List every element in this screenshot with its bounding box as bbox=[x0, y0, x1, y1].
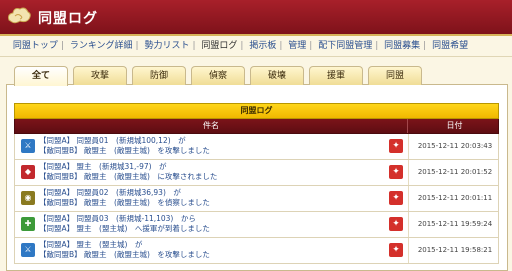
log-subject[interactable]: 【同盟A】 同盟員03 (新規城-11,103) から 【同盟A】 盟主 (盟主城… bbox=[39, 214, 399, 234]
log-subject[interactable]: 【同盟A】 盟主 (新規城31,-97) が【敵同盟B】 敵盟主 (敵盟主城) … bbox=[39, 162, 399, 182]
nav-request[interactable]: 同盟希望 bbox=[432, 41, 468, 51]
nav-alliance-log: 同盟ログ bbox=[201, 41, 238, 51]
log-date: 2015-12-11 20:01:11 bbox=[408, 186, 501, 211]
nav-management[interactable]: 管理 bbox=[288, 41, 306, 51]
tab-reinforce[interactable]: 援軍 bbox=[309, 66, 363, 85]
table-caption: 同盟ログ bbox=[14, 103, 499, 119]
nav-recruit[interactable]: 同盟募集 bbox=[384, 41, 420, 51]
log-subject[interactable]: 【同盟A】 盟主 (盟主城) が【敵同盟B】 敵盟主 (敵盟主城) を攻撃しまし… bbox=[39, 240, 399, 260]
reinforce-icon: ✚ bbox=[21, 217, 35, 231]
nav-bar: 同盟トップ | ランキング詳細 | 勢力リスト | 同盟ログ | 掲示板 | 管理 | 配下… bbox=[12, 41, 469, 51]
table-row: ⚔ 【同盟A】 同盟員01 (新規城100,12) が【敵同盟B】 敵盟主 (敵… bbox=[14, 134, 499, 160]
table-row: ⚔ 【同盟A】 盟主 (盟主城) が【敵同盟B】 敵盟主 (敵盟主城) を攻撃し… bbox=[14, 238, 499, 264]
col-date: 日付 bbox=[407, 119, 501, 133]
cloud-logo-icon bbox=[8, 7, 31, 24]
col-subject: 件名 bbox=[203, 121, 219, 130]
log-table: 同盟ログ 件名 日付 ⚔ 【同盟A】 同盟員01 (新規城100,12) が【敵… bbox=[14, 103, 499, 264]
shield-icon: ◆ bbox=[21, 165, 35, 179]
divider bbox=[0, 56, 512, 57]
log-date: 2015-12-11 20:01:52 bbox=[408, 160, 501, 185]
battle-report-icon[interactable]: ✦ bbox=[389, 191, 403, 205]
sword-icon: ⚔ bbox=[21, 243, 35, 257]
table-header: 件名 日付 bbox=[14, 119, 499, 134]
tab-all[interactable]: 全て bbox=[14, 66, 68, 86]
nav-ranking-detail[interactable]: ランキング詳細 bbox=[70, 41, 133, 51]
tab-alliance[interactable]: 同盟 bbox=[368, 66, 422, 85]
table-row: ◉ 【同盟A】 同盟員02 (新規城36,93) が【敵同盟B】 敵盟主 (敵盟… bbox=[14, 186, 499, 212]
table-row: ✚ 【同盟A】 同盟員03 (新規城-11,103) から 【同盟A】 盟主 (盟… bbox=[14, 212, 499, 238]
nav-bulletin-board[interactable]: 掲示板 bbox=[249, 41, 276, 51]
tab-scout[interactable]: 偵察 bbox=[191, 66, 245, 85]
sword-icon: ⚔ bbox=[21, 139, 35, 153]
nav-sub-alliance[interactable]: 配下同盟管理 bbox=[318, 41, 372, 51]
table-row: ◆ 【同盟A】 盟主 (新規城31,-97) が【敵同盟B】 敵盟主 (敵盟主城… bbox=[14, 160, 499, 186]
tab-defense[interactable]: 防御 bbox=[132, 66, 186, 85]
scout-icon: ◉ bbox=[21, 191, 35, 205]
battle-report-icon[interactable]: ✦ bbox=[389, 243, 403, 257]
battle-report-icon[interactable]: ✦ bbox=[389, 139, 403, 153]
nav-force-list[interactable]: 勢力リスト bbox=[144, 41, 189, 51]
log-date: 2015-12-11 20:03:43 bbox=[408, 134, 501, 159]
log-date: 2015-12-11 19:58:21 bbox=[408, 238, 501, 263]
log-subject[interactable]: 【同盟A】 同盟員01 (新規城100,12) が【敵同盟B】 敵盟主 (敵盟主… bbox=[39, 136, 399, 156]
nav-alliance-top[interactable]: 同盟トップ bbox=[13, 41, 58, 51]
log-subject[interactable]: 【同盟A】 同盟員02 (新規城36,93) が【敵同盟B】 敵盟主 (敵盟主城… bbox=[39, 188, 399, 208]
tab-attack[interactable]: 攻撃 bbox=[73, 66, 127, 85]
tab-destroy[interactable]: 破壊 bbox=[250, 66, 304, 85]
page-title: 同盟ログ bbox=[38, 11, 98, 27]
log-date: 2015-12-11 19:59:24 bbox=[408, 212, 501, 237]
battle-report-icon[interactable]: ✦ bbox=[389, 165, 403, 179]
page-header: 同盟ログ bbox=[0, 0, 512, 36]
battle-report-icon[interactable]: ✦ bbox=[389, 217, 403, 231]
